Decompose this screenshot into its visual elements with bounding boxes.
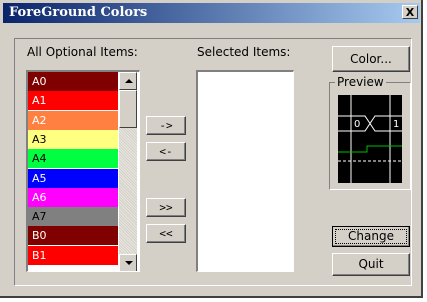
- change-button[interactable]: Change: [332, 226, 410, 247]
- list-item[interactable]: A3: [28, 129, 118, 149]
- list-item[interactable]: B1: [28, 245, 118, 265]
- all-optional-items-label: All Optional Items:: [27, 45, 138, 59]
- preview-right-value: 1: [393, 119, 399, 130]
- optional-items-list[interactable]: A0 A1 A2 A3 A4 A5 A6 A7 B0 B1: [26, 70, 140, 272]
- scroll-up-button[interactable]: [119, 72, 137, 90]
- list-item[interactable]: A0: [28, 72, 118, 91]
- list-item[interactable]: A1: [28, 91, 118, 111]
- scroll-thumb[interactable]: [119, 90, 137, 128]
- arrow-up-icon: [125, 79, 133, 83]
- list-item[interactable]: A2: [28, 110, 118, 130]
- add-button[interactable]: ->: [146, 116, 186, 135]
- list-item[interactable]: A5: [28, 168, 118, 188]
- color-button[interactable]: Color...: [332, 46, 410, 72]
- window-title: ForeGround Colors: [9, 5, 148, 20]
- quit-button[interactable]: Quit: [332, 253, 410, 276]
- close-icon: X: [405, 6, 415, 19]
- selected-items-list[interactable]: [196, 70, 294, 272]
- scroll-down-button[interactable]: [119, 254, 137, 271]
- remove-button[interactable]: <-: [146, 142, 186, 161]
- selected-items-label: Selected Items:: [197, 45, 291, 59]
- list-item[interactable]: A4: [28, 149, 118, 169]
- waveform-preview: 0 1: [338, 95, 402, 183]
- remove-all-button[interactable]: <<: [146, 224, 186, 243]
- add-all-button[interactable]: >>: [146, 198, 186, 217]
- list-item[interactable]: B0: [28, 226, 118, 246]
- title-bar: ForeGround Colors X: [3, 3, 420, 23]
- preview-left-value: 0: [354, 119, 360, 130]
- preview-label: Preview: [335, 75, 386, 89]
- close-button[interactable]: X: [402, 5, 418, 19]
- list-item[interactable]: A6: [28, 187, 118, 207]
- list-item[interactable]: A7: [28, 207, 118, 227]
- list-scrollbar[interactable]: [119, 72, 137, 271]
- preview-canvas: 0 1: [338, 95, 402, 183]
- arrow-down-icon: [125, 261, 133, 265]
